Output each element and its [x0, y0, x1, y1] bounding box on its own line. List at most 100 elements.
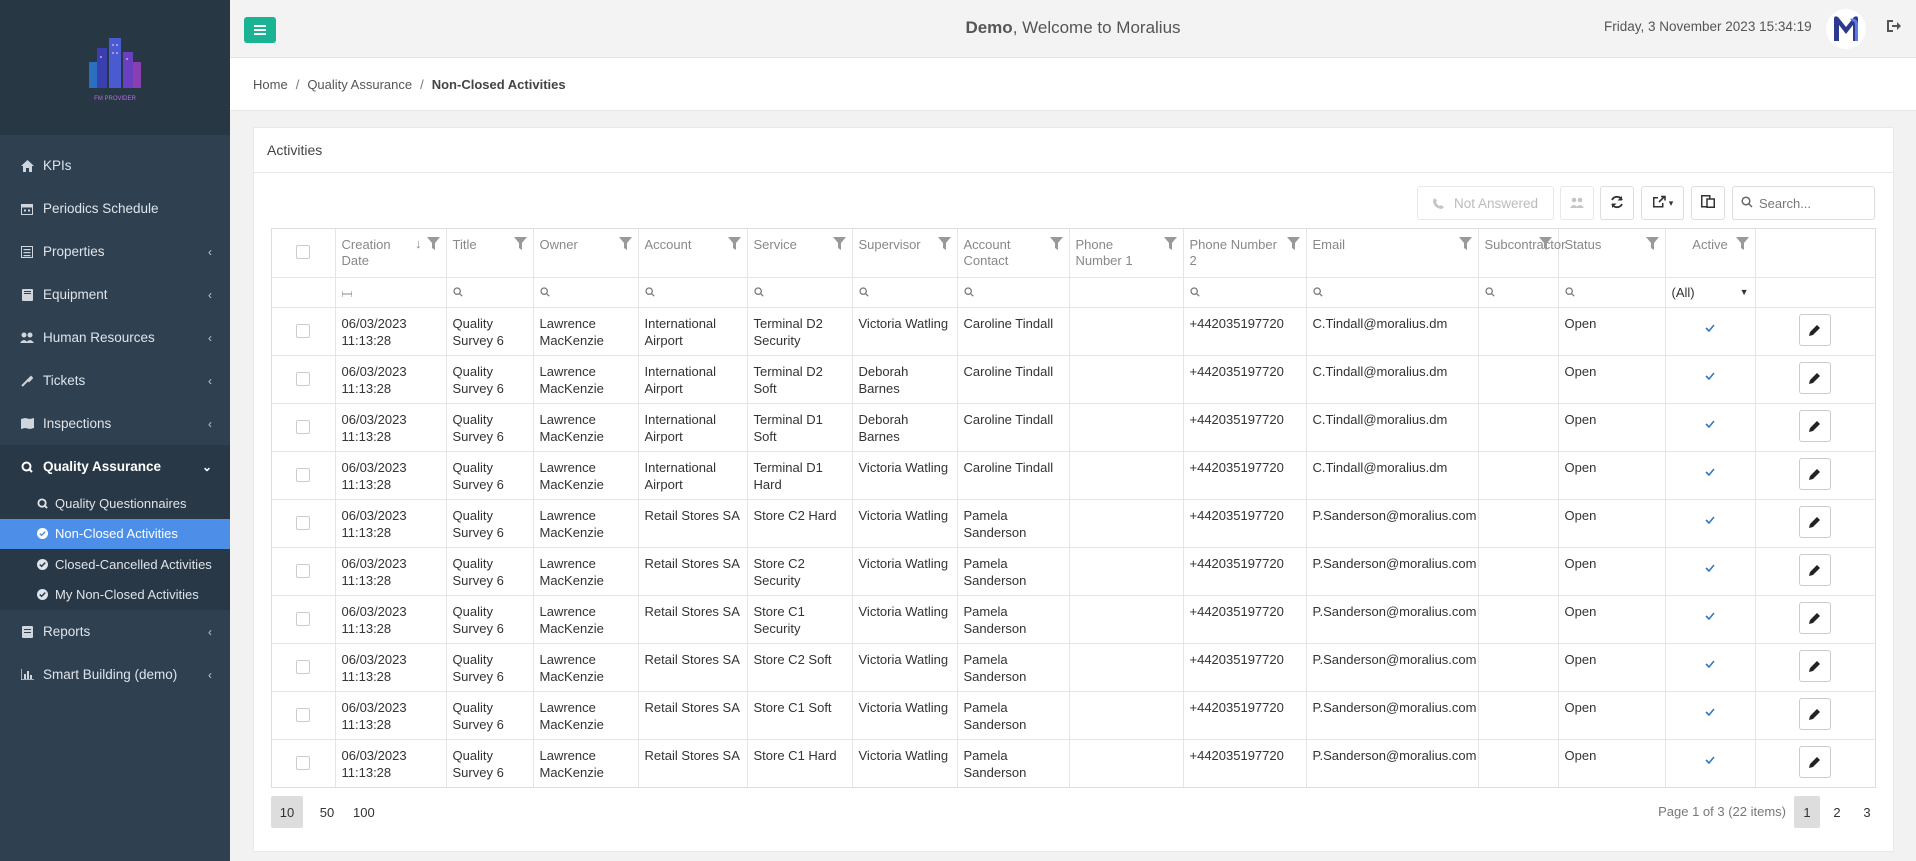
cell-service[interactable]: Terminal D2 Soft: [747, 354, 853, 403]
edit-button[interactable]: [1799, 553, 1832, 586]
cell-account[interactable]: International Airport: [638, 306, 748, 355]
column-header-email[interactable]: Email: [1306, 229, 1479, 277]
table-row[interactable]: 06/03/2023 11:13:28 Quality Survey 6 Lawre…: [272, 354, 1875, 403]
cell-account[interactable]: Retail Stores SA: [638, 738, 748, 787]
cell-account[interactable]: Retail Stores SA: [638, 546, 748, 595]
row-checkbox[interactable]: [296, 659, 311, 674]
cell-owner[interactable]: Lawrence MacKenzie: [533, 450, 639, 499]
cell-service[interactable]: Store C1 Hard: [747, 738, 853, 787]
filter-icon[interactable]: [513, 237, 527, 250]
page-size-10[interactable]: 10: [271, 796, 303, 828]
column-header-subcontractor[interactable]: Subcontractor: [1478, 229, 1565, 277]
cell-owner[interactable]: Lawrence MacKenzie: [533, 402, 639, 451]
breadcrumb-section[interactable]: Quality Assurance: [307, 77, 412, 92]
filter-cell-account-contact[interactable]: [957, 276, 1070, 307]
cell-supervisor[interactable]: Victoria Watling: [852, 450, 958, 499]
row-checkbox[interactable]: [296, 755, 311, 770]
row-checkbox[interactable]: [296, 515, 311, 530]
edit-button[interactable]: [1799, 409, 1832, 442]
table-row[interactable]: 06/03/2023 11:13:28 Quality Survey 6 Lawre…: [272, 594, 1875, 643]
cell-supervisor[interactable]: Victoria Watling: [852, 594, 958, 643]
row-checkbox[interactable]: [296, 707, 311, 722]
cell-owner[interactable]: Lawrence MacKenzie: [533, 546, 639, 595]
export-button[interactable]: ▾: [1641, 186, 1684, 220]
table-row[interactable]: 06/03/2023 11:13:28 Quality Survey 6 Lawre…: [272, 738, 1875, 787]
assign-users-button[interactable]: [1560, 186, 1594, 220]
edit-button[interactable]: [1799, 457, 1832, 490]
row-checkbox[interactable]: [296, 563, 311, 578]
filter-cell-status[interactable]: [1558, 276, 1666, 307]
nav-item-human-resources[interactable]: Human Resources ‹: [0, 316, 230, 359]
filter-icon[interactable]: [618, 237, 632, 250]
sub-item-quality-questionnaires[interactable]: Quality Questionnaires: [0, 488, 230, 519]
table-row[interactable]: 06/03/2023 11:13:28 Quality Survey 6 Lawre…: [272, 546, 1875, 595]
row-checkbox[interactable]: [296, 371, 311, 386]
row-checkbox[interactable]: [296, 611, 311, 626]
column-header-title[interactable]: Title: [446, 229, 534, 277]
column-header-service[interactable]: Service: [747, 229, 853, 277]
filter-icon[interactable]: [1735, 237, 1749, 250]
cell-supervisor[interactable]: Victoria Watling: [852, 642, 958, 691]
filter-icon[interactable]: [426, 237, 440, 250]
cell-supervisor[interactable]: Deborah Barnes: [852, 354, 958, 403]
cell-service[interactable]: Store C2 Hard: [747, 498, 853, 547]
filter-icon[interactable]: [1538, 237, 1552, 250]
nav-item-equipment[interactable]: Equipment ‹: [0, 273, 230, 316]
page-size-100[interactable]: 100: [347, 796, 381, 828]
cell-service[interactable]: Store C2 Soft: [747, 642, 853, 691]
row-checkbox[interactable]: [296, 419, 311, 434]
cell-supervisor[interactable]: Victoria Watling: [852, 306, 958, 355]
breadcrumb-home[interactable]: Home: [253, 77, 288, 92]
edit-button[interactable]: [1799, 361, 1832, 394]
column-header-phone-number-1[interactable]: Phone Number 1: [1069, 229, 1184, 277]
column-header-owner[interactable]: Owner: [533, 229, 639, 277]
cell-owner[interactable]: Lawrence MacKenzie: [533, 594, 639, 643]
filter-icon[interactable]: [727, 237, 741, 250]
filter-icon[interactable]: [1458, 237, 1472, 250]
cell-owner[interactable]: Lawrence MacKenzie: [533, 642, 639, 691]
cell-service[interactable]: Terminal D2 Security: [747, 306, 853, 355]
nav-item-tickets[interactable]: Tickets ‹: [0, 359, 230, 402]
cell-account[interactable]: Retail Stores SA: [638, 690, 748, 739]
nav-item-smart-building[interactable]: Smart Building (demo) ‹: [0, 653, 230, 696]
column-header-active[interactable]: Active: [1665, 229, 1756, 277]
nav-item-periodics-schedule[interactable]: Periodics Schedule: [0, 187, 230, 230]
filter-cell-phone-2[interactable]: [1183, 276, 1307, 307]
cell-account[interactable]: Retail Stores SA: [638, 642, 748, 691]
column-header-account-contact[interactable]: Account Contact: [957, 229, 1070, 277]
column-header-phone-number-2[interactable]: Phone Number 2: [1183, 229, 1307, 277]
filter-cell-email[interactable]: [1306, 276, 1479, 307]
cell-owner[interactable]: Lawrence MacKenzie: [533, 306, 639, 355]
logout-icon[interactable]: [1886, 19, 1904, 37]
nav-item-inspections[interactable]: Inspections ‹: [0, 402, 230, 445]
cell-supervisor[interactable]: Victoria Watling: [852, 690, 958, 739]
filter-cell-supervisor[interactable]: [852, 276, 958, 307]
refresh-button[interactable]: [1600, 186, 1634, 220]
filter-icon[interactable]: [1645, 237, 1659, 250]
row-checkbox[interactable]: [296, 467, 311, 482]
grid-search-field[interactable]: [1732, 186, 1875, 220]
filter-icon[interactable]: [832, 237, 846, 250]
cell-account[interactable]: Retail Stores SA: [638, 594, 748, 643]
cell-service[interactable]: Terminal D1 Hard: [747, 450, 853, 499]
filter-cell-subcontractor[interactable]: [1478, 276, 1559, 307]
cell-supervisor[interactable]: Victoria Watling: [852, 546, 958, 595]
table-row[interactable]: 06/03/2023 11:13:28 Quality Survey 6 Lawre…: [272, 402, 1875, 451]
filter-cell-date-range[interactable]: [335, 276, 447, 307]
cell-service[interactable]: Terminal D1 Soft: [747, 402, 853, 451]
nav-item-quality-assurance[interactable]: Quality Assurance ⌄: [0, 445, 230, 488]
cell-account[interactable]: International Airport: [638, 354, 748, 403]
cell-owner[interactable]: Lawrence MacKenzie: [533, 354, 639, 403]
filter-cell-service[interactable]: [747, 276, 853, 307]
column-header-creation-date[interactable]: Creation Date ↓: [335, 229, 447, 277]
nav-item-kpis[interactable]: KPIs: [0, 144, 230, 187]
cell-supervisor[interactable]: Victoria Watling: [852, 738, 958, 787]
nav-item-reports[interactable]: Reports ‹: [0, 610, 230, 653]
filter-cell-account[interactable]: [638, 276, 748, 307]
filter-icon[interactable]: [1049, 237, 1063, 250]
sub-item-closed-cancelled-activities[interactable]: Closed-Cancelled Activities: [0, 549, 230, 580]
edit-button[interactable]: [1799, 649, 1832, 682]
cell-account[interactable]: International Airport: [638, 402, 748, 451]
filter-icon[interactable]: [1163, 237, 1177, 250]
column-header-account[interactable]: Account: [638, 229, 748, 277]
